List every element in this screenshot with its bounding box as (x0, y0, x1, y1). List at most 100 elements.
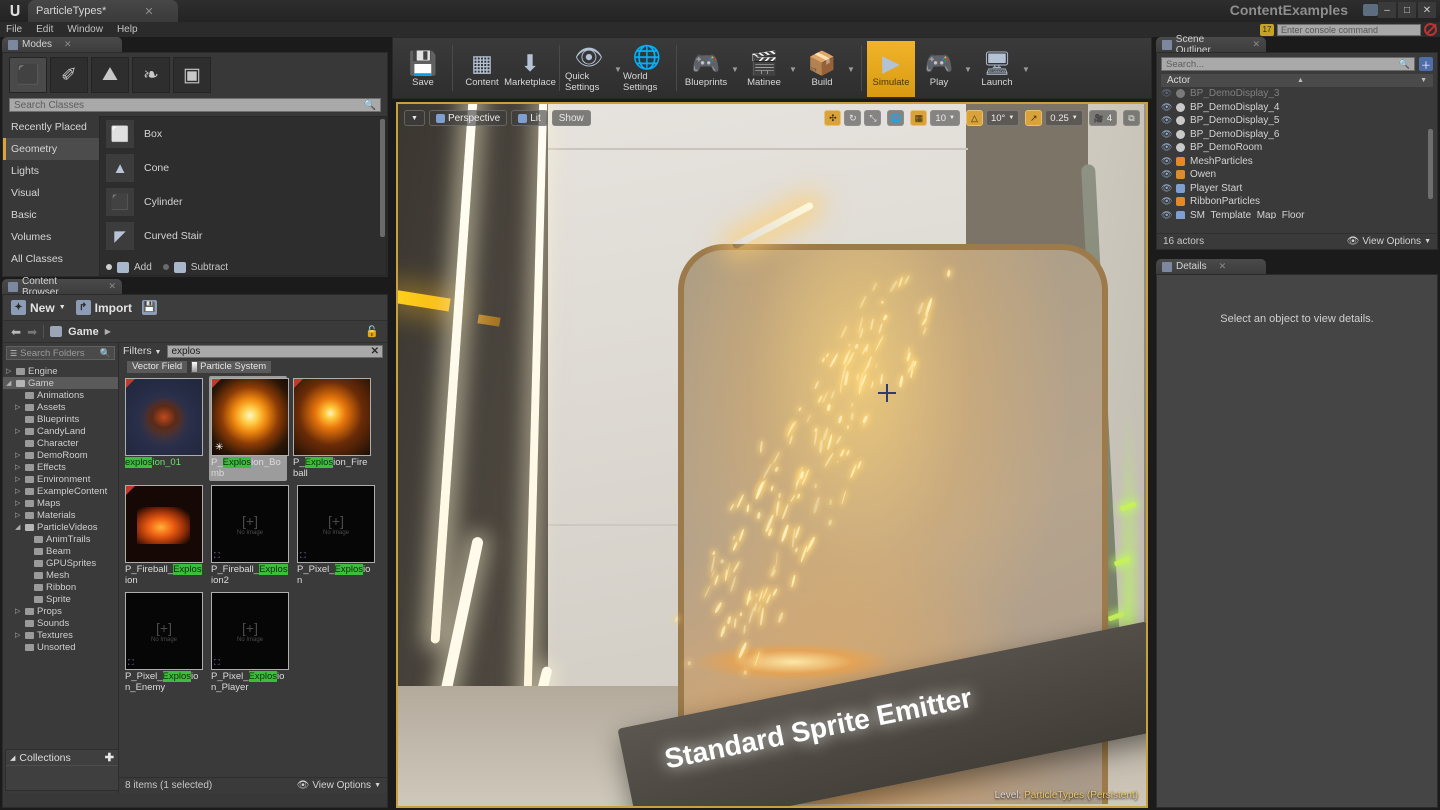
folder-tree-item-game[interactable]: ◢Game (3, 377, 118, 389)
folder-tree-item-character[interactable]: Character (3, 437, 118, 449)
save-all-button[interactable]: 💾 (142, 300, 157, 315)
menu-item-file[interactable]: File (6, 24, 22, 35)
scrollbar[interactable] (1428, 129, 1433, 199)
chevron-right-icon[interactable]: ▷ (6, 367, 13, 375)
mode-category-recently-placed[interactable]: Recently Placed (3, 116, 99, 138)
folder-tree-item-mesh[interactable]: Mesh (3, 569, 118, 581)
scale-mode-icon[interactable]: ⤡ (864, 110, 881, 126)
asset-tile[interactable]: [+]No Image⛶P_Pixel_Explosion (297, 485, 375, 586)
add-actor-button[interactable]: ＋ (1419, 57, 1433, 71)
folder-tree-item-materials[interactable]: ▷Materials (3, 509, 118, 521)
chevron-down-icon[interactable]: ◢ (6, 379, 13, 387)
chevron-down-icon[interactable]: ▼ (730, 41, 740, 97)
close-icon[interactable]: ✕ (144, 5, 153, 18)
project-tab[interactable]: ParticleTypes* ✕ (28, 0, 178, 22)
visibility-eye-icon[interactable]: 👁 (1161, 196, 1171, 207)
asset-thumbnail[interactable]: [+]No Image⛶ (211, 592, 289, 670)
visibility-eye-icon[interactable]: 👁 (1161, 129, 1171, 140)
chevron-right-icon[interactable]: ▷ (15, 499, 22, 507)
placeable-class-item[interactable]: ⬜Box (100, 117, 386, 151)
outliner-row[interactable]: 👁BP_DemoDisplay_4 (1161, 101, 1433, 115)
filter-chip-vector-field[interactable]: Vector Field (127, 361, 187, 373)
clear-search-icon[interactable]: ✕ (371, 346, 379, 357)
asset-thumbnail[interactable]: ✳ (211, 378, 289, 456)
outliner-row[interactable]: 👁BP_DemoDisplay_6 (1161, 128, 1433, 142)
scrollbar[interactable] (380, 119, 385, 237)
folder-tree-item-unsorted[interactable]: Unsorted (3, 641, 118, 653)
folder-tree-item-maps[interactable]: ▷Maps (3, 497, 118, 509)
content-browser-tab[interactable]: Content Browser ✕ (2, 279, 122, 294)
asset-thumbnail[interactable]: [+]No Image⛶ (125, 592, 203, 670)
close-icon[interactable]: ✕ (108, 281, 116, 292)
paint-mode-icon[interactable]: ✐ (50, 57, 88, 93)
folder-tree-item-environment[interactable]: ▷Environment (3, 473, 118, 485)
menu-item-help[interactable]: Help (117, 24, 138, 35)
visibility-eye-icon[interactable]: 👁 (1161, 115, 1171, 126)
chevron-down-icon[interactable]: ▼ (788, 41, 798, 97)
chevron-down-icon[interactable]: ◢ (15, 523, 22, 531)
subtract-brush-radio[interactable] (163, 264, 169, 270)
search-classes-input[interactable]: Search Classes 🔍 (9, 98, 381, 112)
maximize-viewport-icon[interactable]: ⧉ (1123, 110, 1140, 126)
asset-tile[interactable]: explosion_01 (125, 378, 203, 479)
toolbar-button-build[interactable]: 📦Build (798, 41, 846, 97)
collections-header[interactable]: ◢ Collections ✚ (6, 750, 118, 766)
filter-chip-particle-system[interactable]: Particle System (191, 361, 271, 373)
close-icon[interactable]: ✕ (64, 39, 72, 50)
folder-tree-item-blueprints[interactable]: Blueprints (3, 413, 118, 425)
toolbar-button-content[interactable]: ▦Content (458, 41, 506, 97)
grid-snap-icon[interactable]: ▦ (910, 110, 927, 126)
folder-tree-item-assets[interactable]: ▷Assets (3, 401, 118, 413)
asset-search-input[interactable]: explos ✕ (167, 345, 383, 358)
chevron-right-icon[interactable]: ▷ (15, 463, 22, 471)
folder-tree-item-ribbon[interactable]: Ribbon (3, 581, 118, 593)
chevron-right-icon[interactable]: ▷ (15, 427, 22, 435)
camera-speed-control[interactable]: 🎥 4 (1089, 110, 1117, 126)
outliner-row[interactable]: 👁BP_DemoDisplay_5 (1161, 114, 1433, 128)
console-command-input[interactable]: Enter console command (1277, 24, 1421, 36)
scale-snap-value[interactable]: 0.25▼ (1045, 110, 1082, 126)
asset-tile[interactable]: ✳P_Explosion_Bomb (209, 376, 287, 481)
folder-tree-item-gpusprites[interactable]: GPUSprites (3, 557, 118, 569)
asset-thumbnail[interactable] (125, 485, 203, 563)
new-asset-button[interactable]: ✦ New ▼ (11, 300, 66, 315)
toolbar-button-world-settings[interactable]: 🌐World Settings (623, 41, 671, 97)
toolbar-button-launch[interactable]: 🖥Launch (973, 41, 1021, 97)
toolbar-button-matinee[interactable]: 🎬Matinee (740, 41, 788, 97)
chevron-right-icon[interactable]: ▷ (15, 487, 22, 495)
folder-tree-item-animations[interactable]: Animations (3, 389, 118, 401)
outliner-row[interactable]: 👁SM_Template_Map_Floor (1161, 209, 1433, 220)
visibility-eye-icon[interactable]: 👁 (1161, 169, 1171, 180)
lock-icon[interactable]: 🔓 (365, 325, 379, 338)
asset-tile[interactable]: P_Fireball_Explosion (125, 485, 203, 586)
level-viewport[interactable]: Standard Sprite Emitter ▼ Perspective Li… (396, 102, 1148, 808)
toolbar-button-save[interactable]: 💾Save (399, 41, 447, 97)
asset-tile[interactable]: [+]No Image⛶P_Pixel_Explosion_Player (211, 592, 289, 693)
rotate-mode-icon[interactable]: ↻ (844, 110, 861, 126)
chevron-right-icon[interactable]: ▷ (15, 475, 22, 483)
chevron-right-icon[interactable]: ▷ (15, 511, 22, 519)
folder-tree-item-candyland[interactable]: ▷CandyLand (3, 425, 118, 437)
menu-item-window[interactable]: Window (67, 24, 103, 35)
angle-snap-icon[interactable]: △ (966, 110, 983, 126)
translate-mode-icon[interactable]: ✣ (824, 110, 841, 126)
outliner-row[interactable]: 👁RibbonParticles (1161, 195, 1433, 209)
grid-snap-value[interactable]: 10▼ (930, 110, 960, 126)
toolbar-button-quick-settings[interactable]: 👁Quick Settings (565, 41, 613, 97)
folder-search-input[interactable]: ☰ Search Folders 🔍 (6, 346, 115, 360)
folder-tree-item-beam[interactable]: Beam (3, 545, 118, 557)
outliner-search-input[interactable]: Search... 🔍 (1161, 57, 1415, 71)
chevron-right-icon[interactable]: ▶ (105, 327, 111, 336)
stop-icon[interactable] (1424, 23, 1437, 36)
geometry-editing-mode-icon[interactable]: ▣ (173, 57, 211, 93)
chevron-right-icon[interactable]: ▷ (15, 631, 22, 639)
chevron-down-icon[interactable]: ▼ (963, 41, 973, 97)
folder-tree-item-engine[interactable]: ▷Engine (3, 365, 118, 377)
folder-tree-item-animtrails[interactable]: AnimTrails (3, 533, 118, 545)
scene-outliner-tab[interactable]: Scene Outliner ✕ (1156, 37, 1266, 52)
add-brush-radio[interactable] (106, 264, 112, 270)
mode-category-volumes[interactable]: Volumes (3, 226, 99, 248)
placeable-class-item[interactable]: ⬛Cylinder (100, 185, 386, 219)
chevron-down-icon[interactable]: ▼ (613, 41, 623, 97)
toolbar-button-simulate[interactable]: ▶Simulate (867, 41, 915, 97)
